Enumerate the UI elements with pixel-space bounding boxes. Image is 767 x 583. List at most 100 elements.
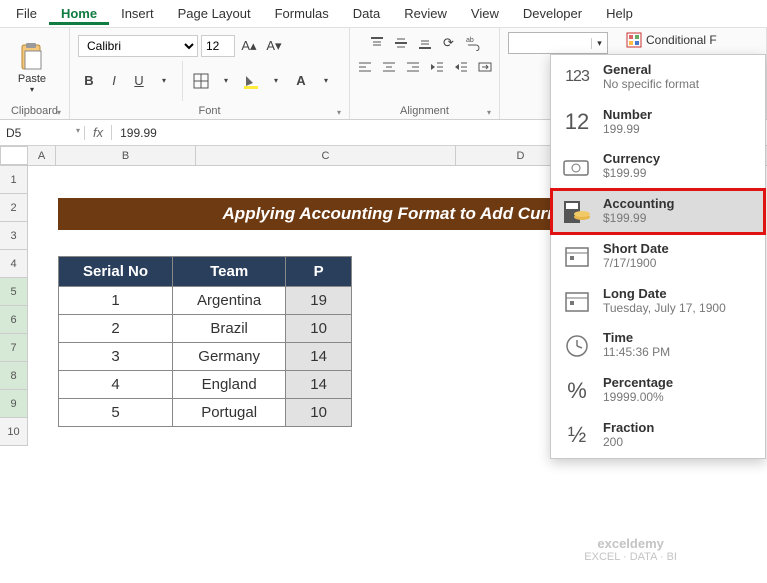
clipboard-group: Paste ▾ Clipboard	[0, 28, 70, 119]
align-top-icon[interactable]	[366, 32, 388, 54]
select-all-corner[interactable]	[0, 146, 28, 165]
format-option-general[interactable]: 123GeneralNo specific format	[551, 55, 765, 100]
general-icon: 123	[561, 63, 593, 91]
menu-data[interactable]: Data	[341, 2, 392, 25]
table-cell[interactable]: 2	[59, 315, 173, 343]
fx-icon[interactable]: fx	[85, 125, 112, 140]
format-option-accounting[interactable]: Accounting$199.99	[551, 189, 765, 234]
col-head-B[interactable]: B	[56, 146, 196, 165]
increase-indent-icon[interactable]	[450, 56, 472, 78]
font-name-select[interactable]: Calibri	[78, 35, 198, 57]
row-head-2[interactable]: 2	[0, 194, 27, 222]
table-cell[interactable]: 4	[59, 371, 173, 399]
percentage-icon: %	[561, 377, 593, 405]
table-cell[interactable]: 5	[59, 399, 173, 427]
table-cell[interactable]: 10	[286, 315, 352, 343]
table-cell[interactable]: Brazil	[173, 315, 286, 343]
format-option-currency[interactable]: Currency$199.99	[551, 144, 765, 189]
bold-button[interactable]: B	[78, 70, 100, 92]
paste-button[interactable]: Paste ▾	[8, 41, 56, 94]
format-example: 19999.00%	[603, 391, 673, 405]
table-cell[interactable]: Argentina	[173, 287, 286, 315]
menu-view[interactable]: View	[459, 2, 511, 25]
font-color-button[interactable]: A	[290, 70, 312, 92]
fill-dropdown-icon[interactable]: ▾	[265, 70, 287, 92]
formula-input[interactable]: 199.99	[112, 126, 165, 140]
align-right-icon[interactable]	[402, 56, 424, 78]
menu-insert[interactable]: Insert	[109, 2, 166, 25]
table-cell[interactable]: Portugal	[173, 399, 286, 427]
format-name: General	[603, 63, 699, 78]
format-option-longdate[interactable]: Long DateTuesday, July 17, 1900	[551, 279, 765, 324]
table-cell[interactable]: 10	[286, 399, 352, 427]
align-middle-icon[interactable]	[390, 32, 412, 54]
paste-label: Paste	[18, 73, 46, 85]
format-name: Short Date	[603, 242, 669, 257]
fontcolor-dropdown-icon[interactable]: ▾	[315, 70, 337, 92]
format-option-shortdate[interactable]: Short Date7/17/1900	[551, 234, 765, 279]
italic-button[interactable]: I	[103, 70, 125, 92]
menu-home[interactable]: Home	[49, 2, 109, 25]
row-head-4[interactable]: 4	[0, 250, 27, 278]
font-size-input[interactable]	[201, 35, 235, 57]
row-head-1[interactable]: 1	[0, 166, 27, 194]
table-cell[interactable]: 14	[286, 343, 352, 371]
format-option-fraction[interactable]: ½Fraction200	[551, 413, 765, 458]
align-left-icon[interactable]	[354, 56, 376, 78]
orientation-icon[interactable]: ⟳	[438, 32, 460, 54]
number-format-dropdown: 123GeneralNo specific format12Number199.…	[550, 54, 766, 459]
table-cell[interactable]: 14	[286, 371, 352, 399]
borders-button[interactable]	[190, 70, 212, 92]
alignment-group-label: Alignment	[358, 103, 491, 119]
number-icon: 12	[561, 108, 593, 136]
underline-dropdown-icon[interactable]: ▾	[153, 70, 175, 92]
table-cell[interactable]: 19	[286, 287, 352, 315]
table-row: 3Germany14	[59, 343, 352, 371]
table-header: Team	[173, 257, 286, 287]
decrease-indent-icon[interactable]	[426, 56, 448, 78]
table-cell[interactable]: 1	[59, 287, 173, 315]
row-head-9[interactable]: 9	[0, 390, 27, 418]
row-head-8[interactable]: 8	[0, 362, 27, 390]
menu-page-layout[interactable]: Page Layout	[166, 2, 263, 25]
format-example: 200	[603, 436, 654, 450]
fill-color-button[interactable]	[240, 70, 262, 92]
menu-developer[interactable]: Developer	[511, 2, 594, 25]
table-cell[interactable]: England	[173, 371, 286, 399]
col-head-A[interactable]: A	[28, 146, 56, 165]
time-icon	[561, 332, 593, 360]
col-head-C[interactable]: C	[196, 146, 456, 165]
row-head-3[interactable]: 3	[0, 222, 27, 250]
format-name: Number	[603, 108, 652, 123]
align-bottom-icon[interactable]	[414, 32, 436, 54]
merge-icon[interactable]	[474, 56, 496, 78]
decrease-font-icon[interactable]: A▾	[263, 35, 285, 57]
number-format-combo[interactable]: ▾	[508, 32, 608, 54]
table-row: 1Argentina19	[59, 287, 352, 315]
align-center-icon[interactable]	[378, 56, 400, 78]
table-cell[interactable]: Germany	[173, 343, 286, 371]
menu-help[interactable]: Help	[594, 2, 645, 25]
menu-file[interactable]: File	[4, 2, 49, 25]
row-head-5[interactable]: 5	[0, 278, 27, 306]
wrap-text-icon[interactable]: ab	[462, 32, 484, 54]
underline-button[interactable]: U	[128, 70, 150, 92]
conditional-formatting-button[interactable]: Conditional F	[626, 32, 717, 48]
increase-font-icon[interactable]: A▴	[238, 35, 260, 57]
menu-formulas[interactable]: Formulas	[263, 2, 341, 25]
name-box[interactable]: D5	[0, 126, 85, 140]
fraction-icon: ½	[561, 421, 593, 449]
longdate-icon	[561, 287, 593, 315]
shortdate-icon	[561, 242, 593, 270]
menu-review[interactable]: Review	[392, 2, 459, 25]
borders-dropdown-icon[interactable]: ▾	[215, 70, 237, 92]
format-option-percentage[interactable]: %Percentage19999.00%	[551, 368, 765, 413]
row-head-7[interactable]: 7	[0, 334, 27, 362]
format-option-number[interactable]: 12Number199.99	[551, 100, 765, 145]
row-head-10[interactable]: 10	[0, 418, 27, 446]
chevron-down-icon[interactable]: ▾	[591, 38, 607, 49]
row-head-6[interactable]: 6	[0, 306, 27, 334]
table-cell[interactable]: 3	[59, 343, 173, 371]
format-example: 7/17/1900	[603, 257, 669, 271]
format-option-time[interactable]: Time11:45:36 PM	[551, 323, 765, 368]
